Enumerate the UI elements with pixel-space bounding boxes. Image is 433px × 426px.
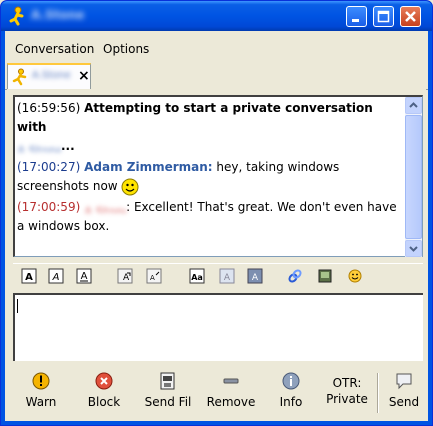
minimize-button[interactable] — [346, 6, 367, 27]
svg-text:A: A — [25, 272, 33, 283]
scroll-thumb[interactable] — [405, 115, 422, 239]
window-client-area: Conversation Options A.Stone × (16:59:56… — [5, 31, 428, 421]
scroll-up-button[interactable] — [405, 97, 422, 114]
send-label: Send — [388, 395, 420, 409]
info-label: Info — [279, 395, 303, 409]
aim-running-man-icon — [9, 6, 24, 26]
otr-label: OTR: — [332, 376, 362, 390]
message-timestamp: (16:59:56) — [17, 101, 81, 115]
tab-strip: A.Stone × — [5, 59, 428, 90]
svg-text:A: A — [81, 271, 88, 282]
foreground-color-icon[interactable]: A — [219, 268, 235, 284]
title-bar[interactable]: A.Stone — [1, 1, 432, 31]
svg-text:A: A — [252, 273, 259, 283]
svg-text:A: A — [123, 273, 130, 283]
message-log-content: (16:59:56) Attempting to start a private… — [17, 99, 401, 238]
send-button[interactable]: Send — [385, 371, 423, 417]
chevron-up-icon — [409, 102, 418, 108]
remove-label: Remove — [206, 395, 256, 409]
warning-icon — [32, 372, 50, 390]
scroll-down-button[interactable] — [405, 240, 422, 257]
italic-icon[interactable]: A — [48, 268, 64, 284]
conversation-panel: (16:59:56) Attempting to start a private… — [7, 89, 426, 421]
message-input[interactable] — [13, 293, 423, 361]
send-file-label: Send Fil — [144, 395, 192, 409]
block-icon — [95, 372, 113, 390]
window-title: A.Stone — [31, 8, 85, 22]
otr-status-button[interactable]: OTR: Private — [323, 375, 371, 407]
block-label: Block — [87, 395, 121, 409]
aim-running-man-icon — [12, 68, 27, 86]
warn-label: Warn — [25, 395, 57, 409]
message-log[interactable]: (16:59:56) Attempting to start a private… — [13, 95, 423, 257]
chevron-down-icon — [409, 246, 418, 252]
grow-font-icon[interactable]: A — [117, 268, 133, 284]
shrink-font-icon[interactable]: A — [146, 268, 162, 284]
conversation-window: A.Stone Conversation Options A.Stone × (… — [0, 0, 433, 426]
insert-image-icon[interactable] — [317, 268, 333, 284]
block-button[interactable]: Block — [79, 371, 129, 417]
svg-text:A: A — [52, 272, 60, 283]
message-row: (16:59:56) Attempting to start a private… — [17, 99, 401, 156]
maximize-icon — [377, 10, 390, 23]
smiley-icon — [121, 178, 139, 195]
message-row: (17:00:59) A.Stone: Excellent! That's gr… — [17, 198, 401, 236]
message-sender: Adam Zimmerman: — [84, 160, 213, 174]
toolbar-separator — [377, 373, 379, 413]
close-window-button[interactable] — [400, 6, 421, 27]
insert-link-icon[interactable] — [287, 268, 303, 284]
message-timestamp: (17:00:59) — [17, 200, 81, 214]
log-scrollbar[interactable] — [405, 97, 422, 257]
blurred-username: A.Stone — [17, 143, 61, 152]
text-caret — [17, 299, 18, 313]
action-bar: Warn Block Send Fil Remove Info OTR: Pri… — [7, 369, 426, 421]
minus-icon — [223, 378, 239, 384]
svg-text:Aa: Aa — [191, 273, 203, 282]
font-face-icon[interactable]: Aa — [189, 268, 205, 284]
svg-text:A: A — [224, 273, 231, 283]
blurred-username: A.Stone — [84, 204, 127, 213]
tab-label: A.Stone — [32, 70, 70, 81]
smiley-icon[interactable] — [347, 268, 363, 284]
formatting-toolbar: A A A A A Aa A A — [13, 263, 423, 288]
background-color-icon[interactable]: A — [247, 268, 263, 284]
remove-button[interactable]: Remove — [203, 371, 259, 417]
minimize-icon — [352, 19, 359, 22]
underline-icon[interactable]: A — [76, 268, 92, 284]
message-timestamp: (17:00:27) — [17, 160, 81, 174]
otr-status: Private — [326, 392, 368, 406]
send-file-icon — [160, 372, 175, 390]
send-file-button[interactable]: Send Fil — [143, 371, 193, 417]
info-icon — [282, 372, 300, 390]
message-row: (17:00:27) Adam Zimmerman: hey, taking w… — [17, 158, 401, 196]
speech-bubble-icon — [396, 373, 412, 390]
menu-bar: Conversation Options — [5, 39, 428, 59]
menu-conversation[interactable]: Conversation — [15, 42, 94, 56]
info-button[interactable]: Info — [273, 371, 309, 417]
message-ellipsis: ... — [61, 139, 75, 153]
menu-options[interactable]: Options — [103, 42, 149, 56]
bold-icon[interactable]: A — [21, 268, 37, 284]
close-icon — [405, 11, 416, 22]
conversation-tab[interactable]: A.Stone × — [7, 63, 91, 89]
maximize-button[interactable] — [373, 6, 394, 27]
svg-text:A: A — [150, 274, 155, 282]
warn-button[interactable]: Warn — [19, 371, 63, 417]
tab-close-button[interactable]: × — [78, 68, 90, 84]
